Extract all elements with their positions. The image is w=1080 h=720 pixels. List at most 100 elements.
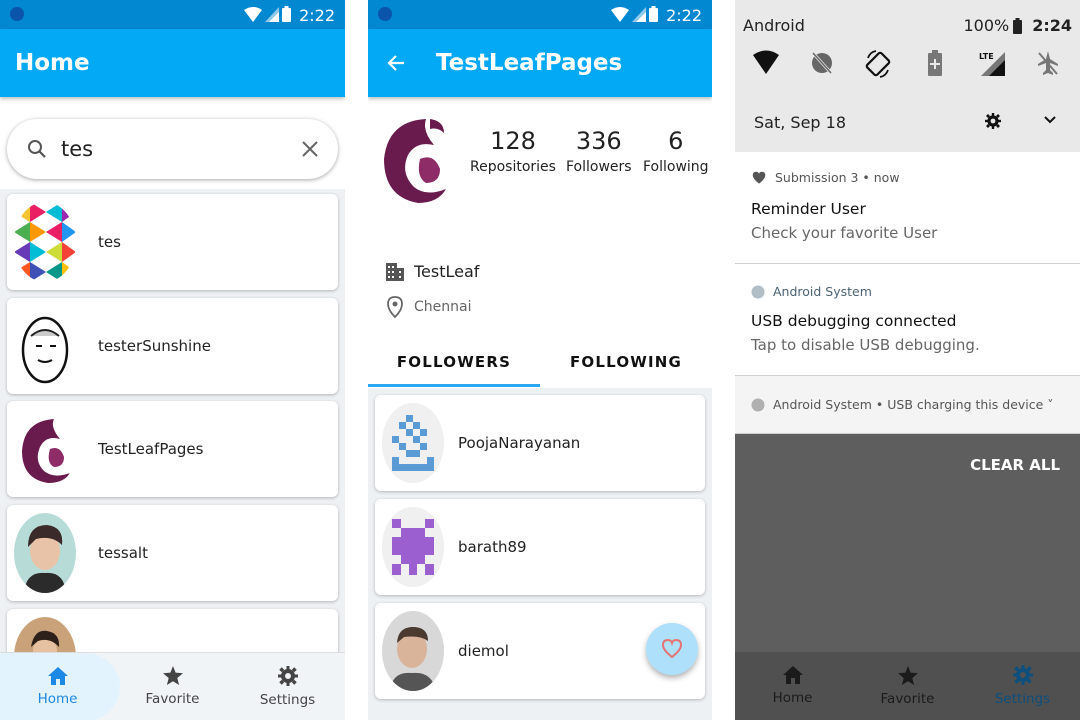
back-button[interactable] bbox=[368, 54, 424, 72]
home-icon bbox=[782, 666, 803, 684]
nav-home-label: Home bbox=[772, 690, 813, 706]
heart-outline-icon bbox=[661, 639, 683, 659]
notification-app: Submission 3 • now bbox=[775, 170, 900, 185]
avatar bbox=[382, 611, 444, 691]
username: tes bbox=[98, 233, 121, 251]
star-icon bbox=[897, 665, 918, 685]
nav-favorite[interactable]: Favorite bbox=[850, 652, 965, 720]
airplane-mode-icon[interactable] bbox=[1037, 50, 1059, 76]
nav-home[interactable]: Home bbox=[0, 653, 115, 720]
mobile-data-icon[interactable]: LTE bbox=[979, 50, 1005, 76]
favorite-button[interactable] bbox=[646, 623, 698, 675]
company-name: TestLeaf bbox=[414, 261, 480, 281]
avatar bbox=[14, 513, 76, 593]
bottom-navigation-dimmed: Home Favorite Settings bbox=[735, 652, 1080, 720]
nav-home[interactable]: Home bbox=[735, 652, 850, 720]
carrier-label: Android bbox=[743, 16, 805, 35]
battery-saver-icon[interactable] bbox=[928, 50, 942, 76]
dnd-off-icon[interactable] bbox=[810, 50, 834, 76]
tab-following[interactable]: FOLLOWING bbox=[540, 337, 712, 387]
avatar bbox=[382, 403, 444, 483]
company-row: TestLeaf bbox=[386, 261, 479, 281]
profile-avatar bbox=[384, 119, 446, 203]
username: diemol bbox=[458, 642, 509, 660]
list-item[interactable]: PoojaNarayanan bbox=[375, 395, 705, 491]
battery-icon bbox=[282, 6, 291, 22]
location-pin-icon bbox=[387, 296, 403, 318]
notification-app: Android System • USB charging this devic… bbox=[773, 397, 1054, 412]
android-system-icon bbox=[751, 398, 765, 411]
page-title: Home bbox=[15, 50, 90, 76]
username: barath89 bbox=[458, 538, 527, 556]
status-bar: 2:22 bbox=[368, 0, 712, 29]
followers-stat: 336 Followers bbox=[566, 127, 632, 175]
notification-usb-charging[interactable]: Android System • USB charging this devic… bbox=[735, 376, 1080, 434]
notification-app: Android System bbox=[773, 284, 872, 299]
gear-icon[interactable] bbox=[985, 113, 1001, 129]
notification-title: Reminder User bbox=[751, 200, 866, 218]
notification-title: USB debugging connected bbox=[751, 312, 957, 330]
notification-dot-icon bbox=[10, 7, 24, 21]
nav-favorite[interactable]: Favorite bbox=[115, 653, 230, 720]
status-time: 2:22 bbox=[299, 6, 335, 25]
search-input[interactable]: tes bbox=[7, 119, 338, 179]
wifi-icon bbox=[611, 6, 629, 22]
following-stat: 6 Following bbox=[643, 127, 709, 175]
clear-icon[interactable] bbox=[302, 141, 318, 157]
auto-rotate-icon[interactable] bbox=[865, 50, 891, 78]
search-query[interactable]: tes bbox=[61, 137, 302, 161]
battery-status: 100% 2:24 bbox=[963, 16, 1072, 35]
app-bar: Home bbox=[0, 29, 345, 97]
nav-settings[interactable]: Settings bbox=[230, 653, 345, 720]
arrow-left-icon bbox=[387, 55, 404, 71]
list-item[interactable]: testerSunshine bbox=[7, 298, 338, 394]
notification-dot-icon bbox=[378, 7, 392, 21]
nav-settings-label: Settings bbox=[994, 691, 1051, 707]
nav-favorite-label: Favorite bbox=[145, 691, 200, 707]
notification-header: Android System bbox=[751, 284, 872, 299]
list-item[interactable]: tes bbox=[7, 194, 338, 290]
list-item[interactable]: barath89 bbox=[375, 499, 705, 595]
heart-icon bbox=[752, 171, 766, 184]
page-title: TestLeafPages bbox=[436, 50, 623, 76]
location-row: Chennai bbox=[386, 296, 471, 318]
notification-usb-debugging[interactable]: Android System USB debugging connected T… bbox=[735, 264, 1080, 376]
list-item[interactable]: tessalt bbox=[7, 505, 338, 601]
username: TestLeafPages bbox=[98, 440, 204, 458]
gear-icon bbox=[277, 665, 298, 686]
following-label: Following bbox=[643, 159, 709, 175]
bottom-navigation: Home Favorite Settings bbox=[0, 652, 345, 720]
profile-screen: 2:22 TestLeafPages 128 Repositories 336 … bbox=[368, 0, 712, 720]
repositories-stat: 128 Repositories bbox=[470, 127, 556, 175]
notification-header: Android System • USB charging this devic… bbox=[751, 397, 1054, 412]
clear-all-button[interactable]: CLEAR ALL bbox=[970, 456, 1060, 474]
quick-settings-row: LTE bbox=[735, 50, 1080, 86]
gear-icon bbox=[1012, 665, 1033, 685]
repositories-count: 128 bbox=[490, 127, 536, 155]
notification-text: Check your favorite User bbox=[751, 224, 938, 242]
nav-settings[interactable]: Settings bbox=[965, 652, 1080, 720]
notification-shade: Android 100% 2:24 LTE Sat, Sep 18 Submis… bbox=[735, 0, 1080, 720]
chevron-down-icon[interactable] bbox=[1044, 116, 1056, 124]
status-time: 2:22 bbox=[666, 6, 702, 25]
repositories-label: Repositories bbox=[470, 159, 556, 175]
date-label: Sat, Sep 18 bbox=[754, 113, 847, 132]
shade-status-bar: Android 100% 2:24 bbox=[735, 0, 1080, 48]
battery-percent: 100% bbox=[963, 16, 1010, 35]
tab-indicator bbox=[368, 384, 540, 387]
svg-text:LTE: LTE bbox=[979, 52, 994, 61]
notification-reminder[interactable]: Submission 3 • now Reminder User Check y… bbox=[735, 152, 1080, 264]
search-icon bbox=[28, 140, 46, 158]
tab-bar: FOLLOWERS FOLLOWING bbox=[368, 337, 712, 387]
home-screen: 2:22 Home tes tes testerSunshine TestLea… bbox=[0, 0, 345, 720]
battery-icon bbox=[1013, 17, 1023, 34]
following-count: 6 bbox=[668, 127, 684, 155]
wifi-icon[interactable] bbox=[753, 50, 779, 74]
notification-header: Submission 3 • now bbox=[751, 170, 900, 185]
avatar bbox=[14, 202, 76, 282]
tab-followers[interactable]: FOLLOWERS bbox=[368, 337, 540, 387]
battery-icon bbox=[649, 6, 658, 22]
date-row: Sat, Sep 18 bbox=[735, 98, 1080, 148]
list-item[interactable]: TestLeafPages bbox=[7, 401, 338, 497]
shade-time: 2:24 bbox=[1032, 16, 1072, 35]
